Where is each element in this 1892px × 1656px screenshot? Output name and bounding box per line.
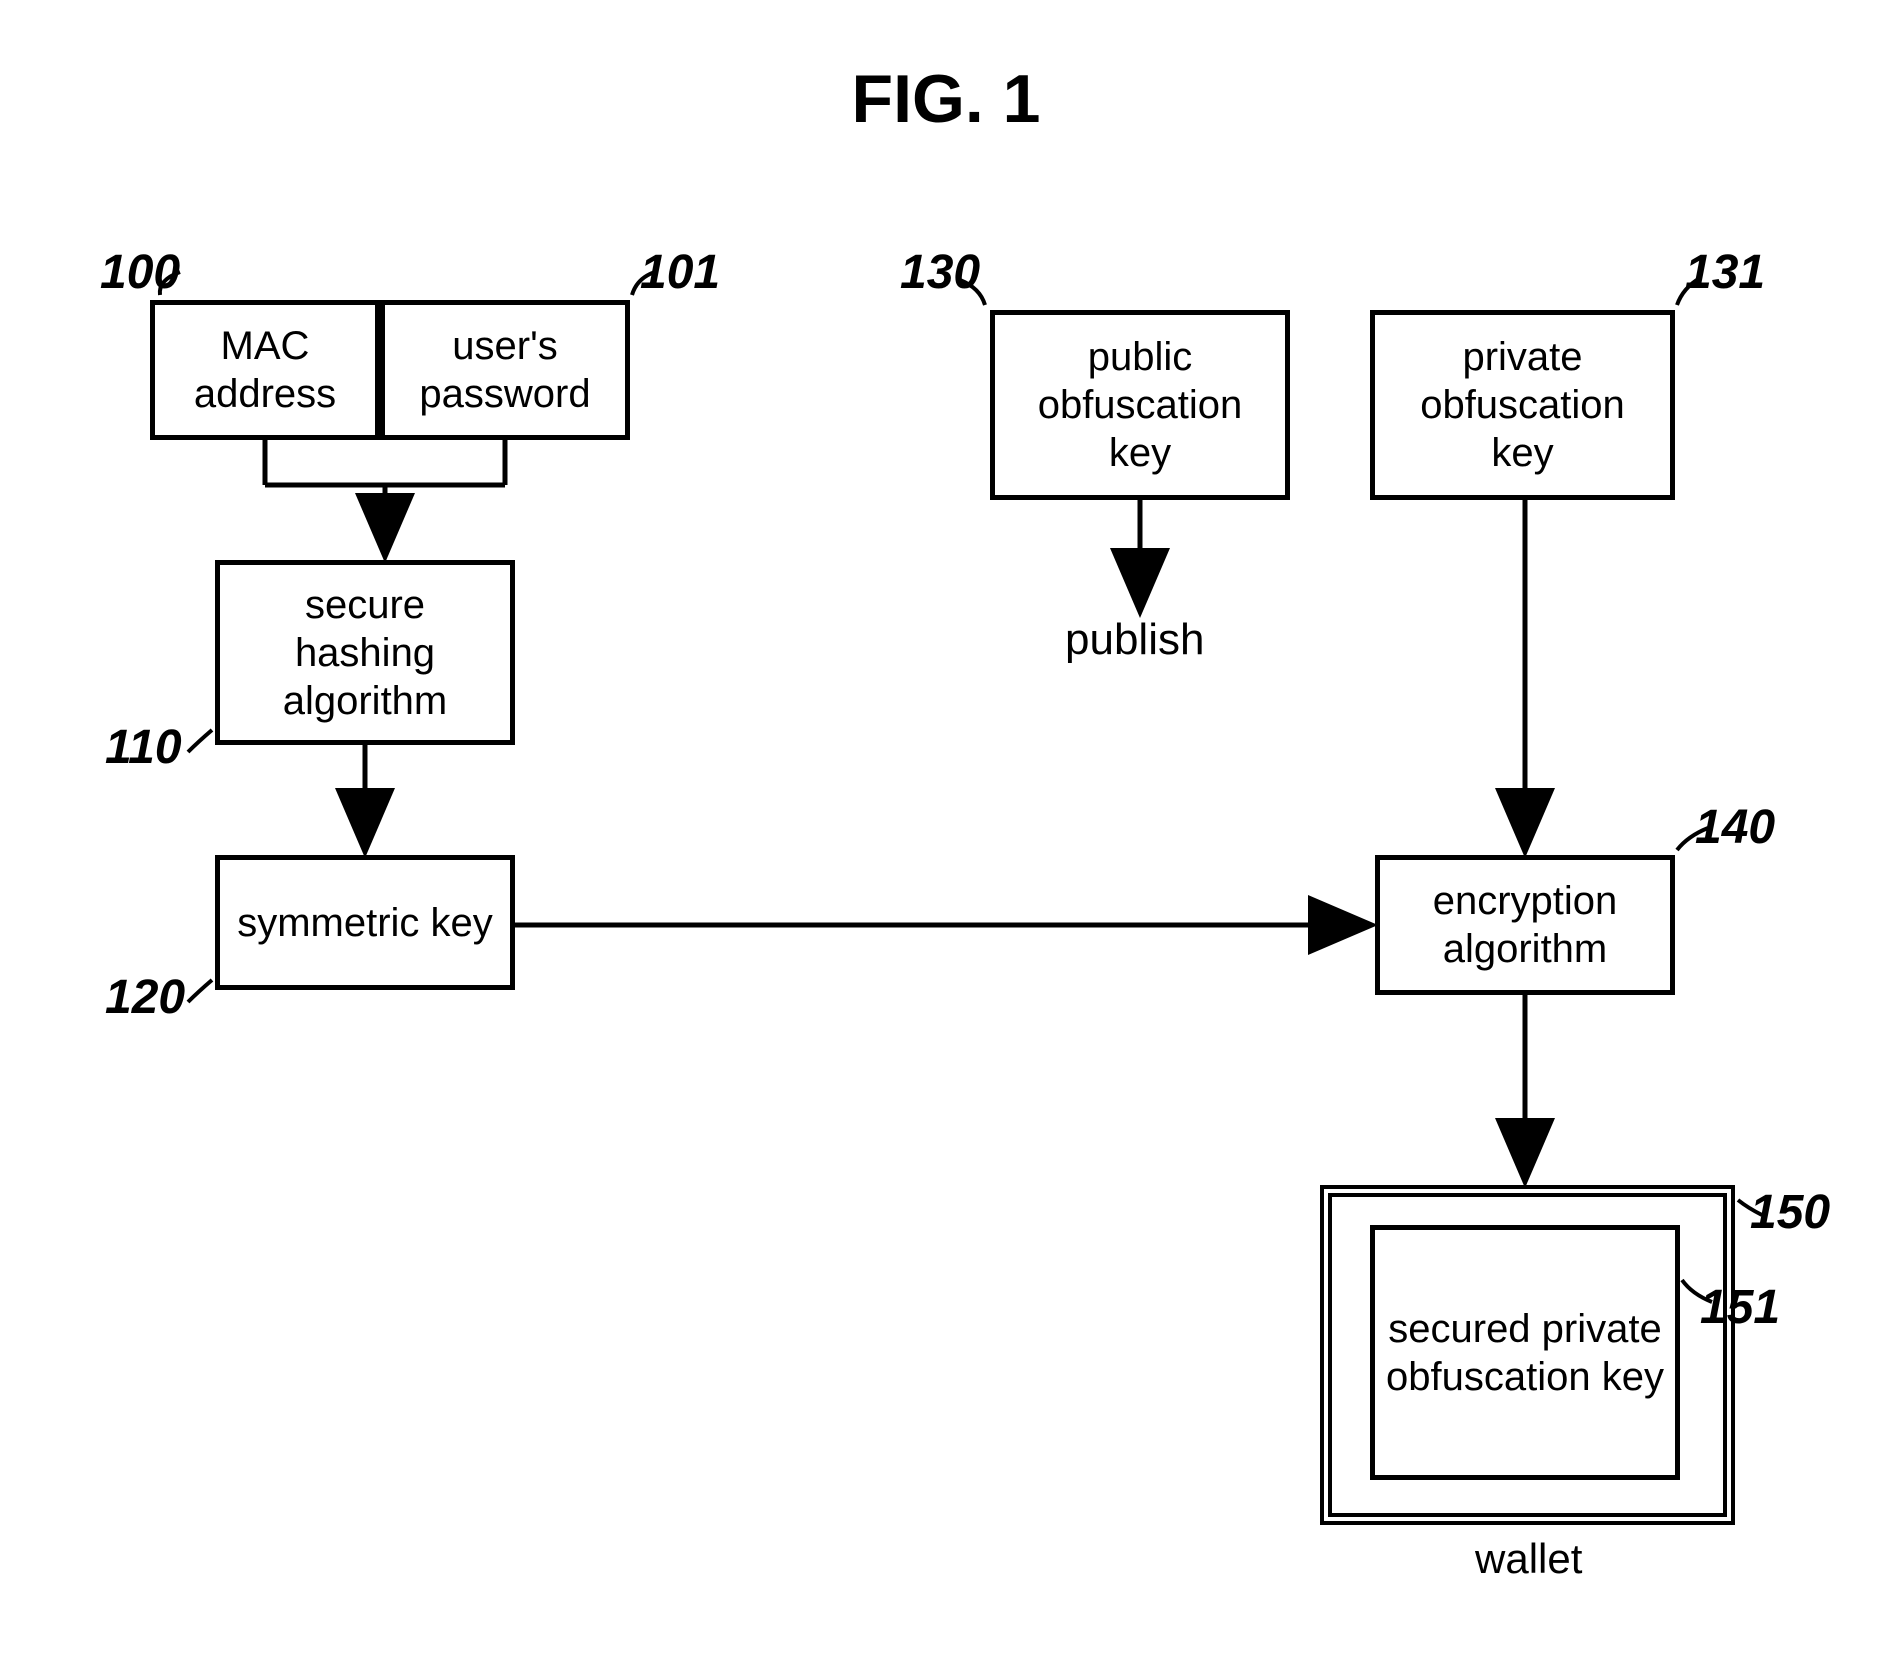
encryption-algorithm-text: encryption algorithm bbox=[1390, 877, 1660, 973]
users-password-box: user's password bbox=[380, 300, 630, 440]
symmetric-key-text: symmetric key bbox=[237, 899, 493, 947]
public-obfuscation-text: public obfuscation key bbox=[1005, 333, 1275, 477]
mac-address-box: MAC address bbox=[150, 300, 380, 440]
secure-hashing-box: secure hashing algorithm bbox=[215, 560, 515, 745]
wallet-label: wallet bbox=[1475, 1535, 1582, 1583]
label-130: 130 bbox=[900, 245, 980, 300]
public-obfuscation-box: public obfuscation key bbox=[990, 310, 1290, 500]
secured-private-box: secured private obfuscation key bbox=[1370, 1225, 1680, 1480]
label-100: 100 bbox=[100, 245, 180, 300]
private-obfuscation-box: private obfuscation key bbox=[1370, 310, 1675, 500]
label-151: 151 bbox=[1700, 1280, 1780, 1335]
label-131: 131 bbox=[1685, 245, 1765, 300]
label-110: 110 bbox=[105, 720, 182, 775]
label-120: 120 bbox=[105, 970, 185, 1025]
label-101: 101 bbox=[640, 245, 720, 300]
figure-title: FIG. 1 bbox=[852, 60, 1041, 138]
secure-hashing-text: secure hashing algorithm bbox=[230, 581, 500, 725]
users-password-text: user's password bbox=[395, 322, 615, 418]
publish-text: publish bbox=[1065, 615, 1204, 665]
label-140: 140 bbox=[1695, 800, 1775, 855]
private-obfuscation-text: private obfuscation key bbox=[1385, 333, 1660, 477]
mac-address-text: MAC address bbox=[165, 322, 365, 418]
symmetric-key-box: symmetric key bbox=[215, 855, 515, 990]
secured-private-text: secured private obfuscation key bbox=[1385, 1305, 1665, 1401]
encryption-algorithm-box: encryption algorithm bbox=[1375, 855, 1675, 995]
label-150: 150 bbox=[1750, 1185, 1830, 1240]
